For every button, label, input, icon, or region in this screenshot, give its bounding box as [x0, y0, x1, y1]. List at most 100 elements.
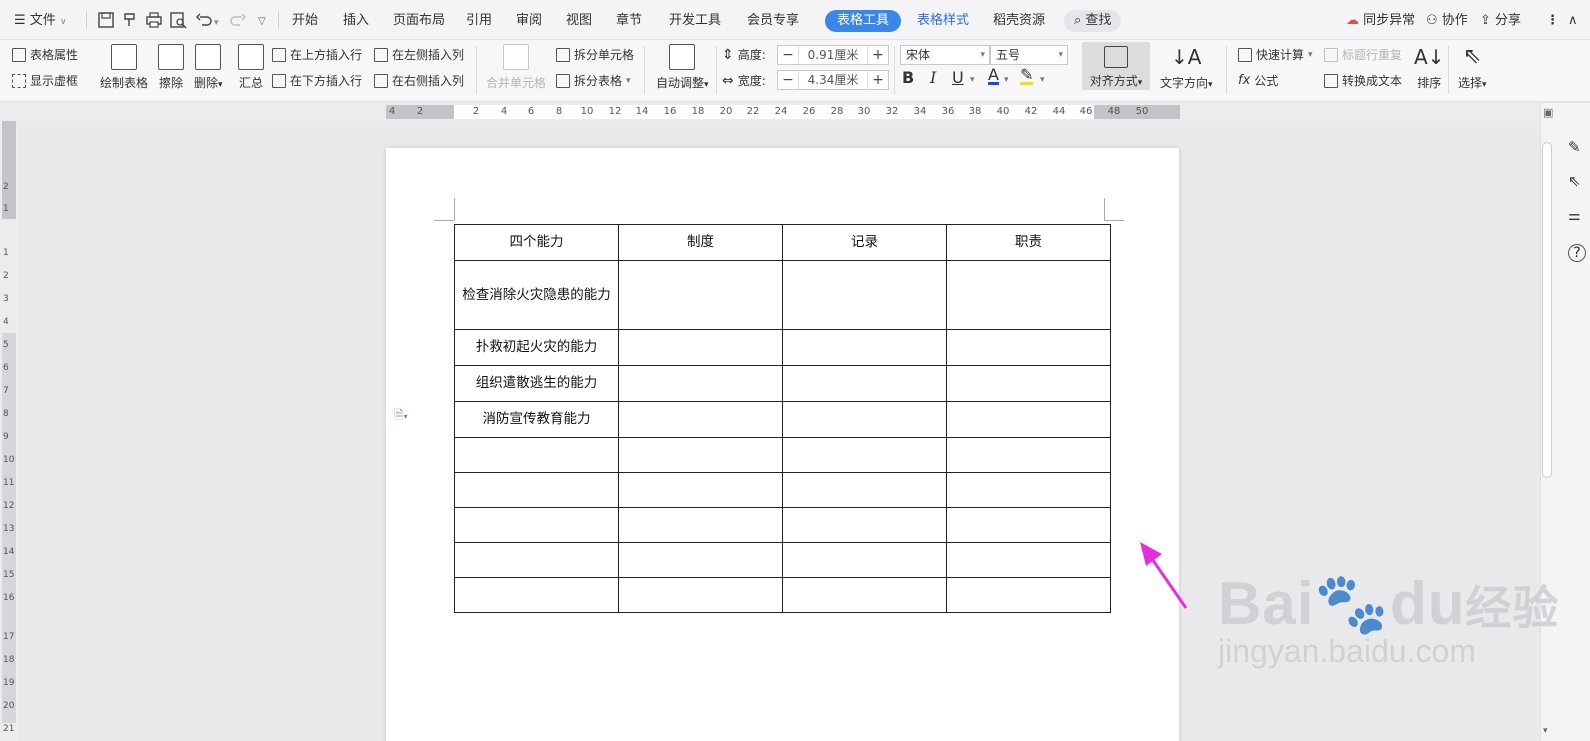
table-cell[interactable]: 检查消除火灾隐患的能力	[454, 260, 619, 330]
tab-insert[interactable]: 插入	[343, 10, 369, 32]
format-painter-icon[interactable]	[120, 10, 140, 30]
table-header-cell[interactable]: 制度	[618, 224, 783, 261]
tab-chapter[interactable]: 章节	[616, 10, 642, 32]
increase-width-button[interactable]: +	[868, 72, 888, 88]
tab-docer-resources[interactable]: 稻壳资源	[993, 10, 1045, 32]
draw-table-button[interactable]: 绘制表格	[100, 44, 148, 91]
table-cell[interactable]	[618, 260, 783, 330]
table-header-cell[interactable]: 四个能力	[454, 224, 619, 261]
column-width-stepper[interactable]: − 4.34厘米 +	[777, 70, 889, 90]
ability-table[interactable]: 四个能力 制度 记录 职责 检查消除火灾隐患的能力 扑救初起火灾的能力 组织遣散…	[454, 224, 1111, 613]
undo-dropdown-icon[interactable]: ▾	[214, 12, 219, 34]
insert-column-left-button[interactable]: 在左侧插入列	[374, 46, 464, 63]
print-preview-icon[interactable]	[168, 10, 188, 30]
highlight-icon[interactable]: ✎	[1020, 67, 1034, 85]
split-cells-button[interactable]: 拆分单元格	[556, 46, 634, 63]
table-cell[interactable]	[782, 260, 947, 330]
document-map-icon[interactable]: 🗎▾	[394, 406, 408, 427]
highlight-dropdown-icon[interactable]: ▾	[1040, 75, 1045, 85]
table-cell[interactable]	[618, 542, 783, 578]
table-cell[interactable]	[946, 507, 1111, 543]
table-cell[interactable]	[454, 507, 619, 543]
sort-button[interactable]: A↓ 排序	[1414, 44, 1444, 91]
table-cell[interactable]	[618, 401, 783, 438]
decrease-width-button[interactable]: −	[778, 72, 798, 88]
customize-toolbar-icon[interactable]: ▽	[258, 11, 266, 33]
table-cell[interactable]: 组织遣散逃生的能力	[454, 365, 619, 402]
tab-developer[interactable]: 开发工具	[669, 10, 721, 32]
settings-sliders-icon[interactable]: ⚌	[1568, 208, 1586, 226]
tab-table-tools[interactable]: 表格工具	[825, 10, 902, 32]
font-name-select[interactable]: 宋体 ▾	[900, 45, 990, 65]
scroll-down-icon[interactable]: ▾	[1543, 726, 1548, 736]
table-cell[interactable]	[618, 577, 783, 613]
font-size-select[interactable]: 五号 ▾	[990, 45, 1068, 65]
erase-button[interactable]: 擦除	[158, 44, 184, 91]
table-cell[interactable]	[946, 401, 1111, 438]
increase-height-button[interactable]: +	[868, 47, 888, 63]
tab-view[interactable]: 视图	[566, 10, 592, 32]
collaborate-button[interactable]: ⚇ 协作	[1426, 10, 1468, 32]
table-cell[interactable]	[618, 437, 783, 473]
horizontal-ruler[interactable]	[0, 103, 1540, 121]
table-cell[interactable]	[618, 329, 783, 366]
table-cell[interactable]	[454, 542, 619, 578]
table-cell[interactable]	[782, 542, 947, 578]
table-cell[interactable]	[782, 507, 947, 543]
quick-calc-button[interactable]: 快速计算 ▾	[1238, 46, 1313, 63]
share-button[interactable]: ⇪ 分享	[1480, 10, 1521, 32]
text-direction-button[interactable]: ↓A 文字方向▾	[1160, 44, 1213, 91]
tab-member[interactable]: 会员专享	[747, 10, 799, 32]
table-cell[interactable]	[946, 472, 1111, 508]
table-cell[interactable]	[782, 401, 947, 438]
table-cell[interactable]	[946, 437, 1111, 473]
pointer-icon[interactable]: ⇖	[1568, 172, 1586, 190]
undo-icon[interactable]	[194, 10, 214, 30]
table-cell[interactable]	[946, 542, 1111, 578]
table-cell[interactable]	[782, 472, 947, 508]
show-gridlines-button[interactable]: 显示虚框	[12, 72, 78, 89]
table-cell[interactable]	[454, 472, 619, 508]
table-cell[interactable]	[618, 365, 783, 402]
table-header-cell[interactable]: 职责	[946, 224, 1111, 261]
column-width-input[interactable]: 4.34厘米	[798, 71, 868, 89]
formula-button[interactable]: fx 公式	[1238, 72, 1278, 89]
bold-icon[interactable]: B	[902, 68, 914, 87]
alignment-button[interactable]: 对齐方式▾	[1082, 42, 1150, 90]
table-cell[interactable]	[782, 577, 947, 613]
decrease-height-button[interactable]: −	[778, 47, 798, 63]
font-color-icon[interactable]: A	[988, 67, 999, 85]
table-cell[interactable]: 扑救初起火灾的能力	[454, 329, 619, 366]
summary-button[interactable]: 汇总	[238, 44, 264, 91]
italic-icon[interactable]: I	[930, 68, 936, 87]
table-cell[interactable]	[946, 260, 1111, 330]
tab-page-layout[interactable]: 页面布局	[393, 10, 445, 32]
collapse-ribbon-icon[interactable]: ∧	[1568, 10, 1578, 32]
tab-table-style[interactable]: 表格样式	[917, 10, 969, 32]
underline-icon[interactable]: U	[952, 68, 964, 87]
delete-button[interactable]: 删除▾	[194, 44, 223, 91]
row-height-input[interactable]: 0.91厘米	[798, 46, 868, 64]
table-cell[interactable]	[454, 437, 619, 473]
table-cell[interactable]	[782, 365, 947, 402]
table-header-cell[interactable]: 记录	[782, 224, 947, 261]
save-icon[interactable]	[96, 10, 116, 30]
select-button[interactable]: ⇖ 选择▾	[1458, 44, 1487, 91]
table-cell[interactable]	[454, 577, 619, 613]
auto-fit-button[interactable]: 自动调整▾	[656, 44, 709, 91]
convert-to-text-button[interactable]: 转换成文本	[1324, 72, 1402, 89]
more-options-icon[interactable]: ⋮	[1546, 10, 1559, 32]
table-cell[interactable]	[946, 577, 1111, 613]
table-cell[interactable]	[946, 365, 1111, 402]
print-icon[interactable]	[144, 10, 164, 30]
help-icon[interactable]: ?	[1568, 244, 1586, 262]
row-height-stepper[interactable]: − 0.91厘米 +	[777, 45, 889, 65]
underline-dropdown-icon[interactable]: ▾	[970, 75, 975, 85]
table-cell[interactable]	[618, 507, 783, 543]
table-properties-button[interactable]: 表格属性	[12, 46, 78, 63]
vertical-scrollbar[interactable]	[1542, 142, 1552, 478]
search-button[interactable]: ⌕ 查找	[1064, 10, 1122, 32]
tab-start[interactable]: 开始	[292, 10, 318, 32]
document-page[interactable]: 四个能力 制度 记录 职责 检查消除火灾隐患的能力 扑救初起火灾的能力 组织遣散…	[386, 148, 1179, 741]
table-cell[interactable]	[618, 472, 783, 508]
